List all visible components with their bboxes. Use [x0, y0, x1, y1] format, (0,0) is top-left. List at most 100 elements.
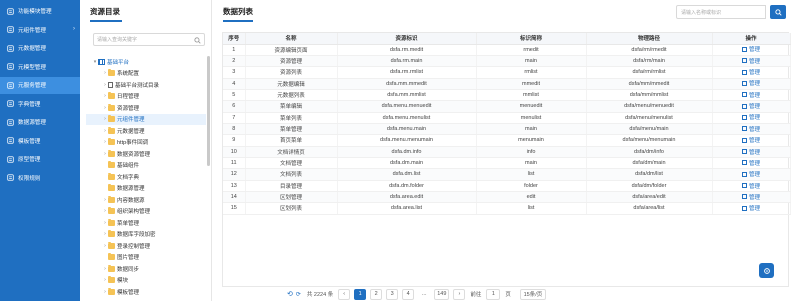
- manage-link[interactable]: 管理: [741, 182, 760, 190]
- folder-icon: [108, 115, 115, 123]
- folder-icon: [108, 218, 115, 226]
- tree-node[interactable]: › 登录控制管理: [86, 240, 206, 252]
- manage-link[interactable]: 管理: [741, 102, 760, 110]
- table-row[interactable]: 10 文档详情页 dsfa.dm.info info dsfa/dm/info 管理: [223, 146, 791, 158]
- sidebar-item-label: 元数据管理: [18, 46, 46, 53]
- manage-link[interactable]: 管理: [741, 136, 760, 144]
- table-row[interactable]: 6 菜单编辑 dsfa.menu.menuedit menuedit dsfa/menu…: [223, 100, 791, 113]
- sidebar-item[interactable]: 数据源管理: [0, 114, 80, 131]
- sidebar-item[interactable]: 原型管理: [0, 151, 80, 168]
- table-row[interactable]: 4 元数据编辑 dsfa.mm.mmedit mmedit dsfa/mm/mmedit…: [223, 78, 791, 90]
- table-row[interactable]: 12 文档列表 dsfa.dm.list list dsfa/dm/list 管理: [223, 168, 791, 181]
- sidebar-item[interactable]: 功能模块管理: [0, 3, 80, 20]
- page-button[interactable]: 1: [354, 288, 367, 300]
- manage-link[interactable]: 管理: [741, 159, 760, 167]
- settings-fab[interactable]: [759, 263, 774, 278]
- tree-node[interactable]: › http事件回调: [86, 137, 206, 149]
- sidebar-item[interactable]: 元模型管理: [0, 59, 80, 76]
- tree-node[interactable]: › 数据资源管理: [86, 148, 206, 160]
- gear-icon: [763, 267, 770, 274]
- tree-node-label: 数据资源管理: [117, 151, 151, 158]
- table-row[interactable]: 5 元数据列表 dsfa.mm.mmlist mmlist dsfa/mm/mmlist…: [223, 89, 791, 102]
- sidebar-item[interactable]: 字典管理: [0, 96, 80, 113]
- tree-node[interactable]: › 模块: [86, 275, 206, 287]
- tree-scrollbar[interactable]: [207, 56, 210, 166]
- manage-link[interactable]: 管理: [741, 148, 760, 156]
- tree-node[interactable]: › 元组件管理: [86, 113, 206, 125]
- sidebar-item[interactable]: 元组件管理 ›: [0, 22, 80, 39]
- manage-link[interactable]: 管理: [741, 79, 760, 87]
- search-button[interactable]: [770, 5, 786, 19]
- table-row[interactable]: 8 菜单管理 dsfa.menu.main main dsfa/menu/main 管理: [223, 123, 791, 136]
- tree-node[interactable]: 图片管理: [86, 252, 206, 264]
- edit-icon: [741, 205, 747, 211]
- manage-link[interactable]: 管理: [741, 204, 760, 212]
- action-cell: 管理: [712, 44, 791, 56]
- sidebar-item[interactable]: 权限规则: [0, 170, 80, 187]
- tree-node[interactable]: 文档字典: [86, 171, 206, 183]
- tree-node[interactable]: › 日程管理: [86, 91, 206, 103]
- page-button[interactable]: 4: [402, 288, 415, 300]
- table-row[interactable]: 14 区划管理 dsfa.area.edit edit dsfa/area/edit 管理: [223, 191, 791, 204]
- manage-link[interactable]: 管理: [741, 57, 760, 65]
- reset-icon[interactable]: ⟳: [296, 291, 301, 298]
- tree-node[interactable]: › 数据库字段加密: [86, 229, 206, 241]
- manage-link[interactable]: 管理: [741, 91, 760, 99]
- sidebar-item[interactable]: 模板管理: [0, 133, 80, 150]
- tree-node[interactable]: › 数据同步: [86, 263, 206, 275]
- manage-link[interactable]: 管理: [741, 113, 760, 122]
- manage-link[interactable]: 管理: [741, 45, 760, 53]
- goto-page-input[interactable]: 1: [486, 288, 501, 300]
- service-icon: [6, 81, 14, 89]
- tree-node[interactable]: ▾ 基础平台: [86, 56, 206, 68]
- sidebar-item[interactable]: 元服务管理: [0, 77, 80, 94]
- tree-node[interactable]: › 菜单管理: [86, 217, 206, 229]
- tree-node[interactable]: › 资源管理: [86, 102, 206, 114]
- datasource-icon: [6, 118, 14, 126]
- page-button[interactable]: ...: [418, 288, 431, 300]
- tree-node[interactable]: › 系统配置: [86, 68, 206, 80]
- search-icon[interactable]: [194, 36, 201, 44]
- table-row[interactable]: 9 首页菜单 dsfa.menu.menumain menumain dsfa/menu…: [223, 134, 791, 147]
- table-cell: 7: [223, 112, 246, 124]
- tree-node[interactable]: › 模板管理: [86, 286, 206, 298]
- manage-label: 管理: [748, 115, 760, 122]
- prev-page-button[interactable]: ‹: [338, 288, 351, 300]
- tree-node[interactable]: › 组织架构管理: [86, 206, 206, 218]
- table-row[interactable]: 1 资源编辑页面 dsfa.rm.medit rmedit dsfa/rm/rmedit…: [223, 44, 791, 56]
- table-cell: 12: [223, 168, 246, 181]
- tree-node[interactable]: › 元数据管理: [86, 125, 206, 137]
- table-cell: main: [476, 55, 587, 68]
- refresh-icon[interactable]: ⟲: [287, 290, 293, 298]
- table-row[interactable]: 7 菜单列表 dsfa.menu.menulist menulist dsfa/menu…: [223, 112, 791, 124]
- next-page-button[interactable]: ›: [453, 288, 466, 300]
- table-cell: dsfa/rm/rmlist: [586, 66, 713, 79]
- chevron-right-icon[interactable]: ›: [73, 26, 75, 32]
- table-row[interactable]: 13 目录管理 dsfa.dm.folder folder dsfa/dm/folder…: [223, 180, 791, 192]
- manage-link[interactable]: 管理: [741, 170, 760, 178]
- manage-link[interactable]: 管理: [741, 193, 760, 201]
- sidebar-item[interactable]: 元数据管理: [0, 40, 80, 57]
- tree-node[interactable]: › 基础平台测试目录: [86, 79, 206, 91]
- table-row[interactable]: 3 资源列表 dsfa.rm.rmlist rmlist dsfa/rm/rmlist 管…: [223, 66, 791, 79]
- manage-link[interactable]: 管理: [741, 68, 760, 76]
- tree-node[interactable]: › 内容数据源: [86, 194, 206, 206]
- action-cell: 管理: [712, 78, 791, 90]
- table-row[interactable]: 11 文档管理 dsfa.dm.main main dsfa/dm/main 管理: [223, 157, 791, 170]
- manage-link[interactable]: 管理: [741, 125, 760, 133]
- manage-label: 管理: [748, 58, 760, 65]
- list-search-input[interactable]: 请输入名称或标识: [676, 5, 766, 19]
- page-size-select[interactable]: 15条/页: [519, 288, 546, 300]
- tree-search-input[interactable]: 请输入查询关键字: [93, 33, 205, 46]
- page-button[interactable]: 3: [386, 288, 399, 300]
- table-row[interactable]: 15 区划列表 dsfa.area.list list dsfa/area/list 管理: [223, 202, 791, 215]
- table-row[interactable]: 2 资源管理 dsfa.rm.main main dsfa/rm/main 管理: [223, 55, 791, 68]
- column-header: 资源标识: [337, 33, 477, 45]
- folder-icon: [108, 126, 115, 134]
- table-cell: 1: [223, 44, 246, 56]
- edit-icon: [741, 58, 747, 64]
- page-button[interactable]: 149: [434, 288, 450, 300]
- tree-node[interactable]: 数据源管理: [86, 183, 206, 195]
- page-button[interactable]: 2: [370, 288, 383, 300]
- tree-node[interactable]: 基础组件: [86, 160, 206, 172]
